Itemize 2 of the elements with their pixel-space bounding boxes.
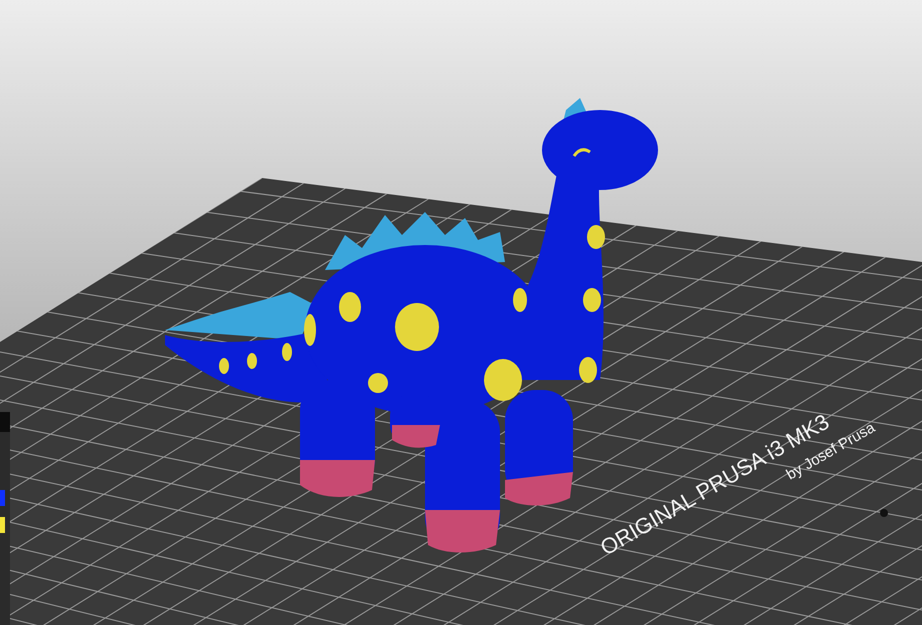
panel-header — [0, 412, 10, 432]
bed-screw-hole — [880, 509, 888, 517]
